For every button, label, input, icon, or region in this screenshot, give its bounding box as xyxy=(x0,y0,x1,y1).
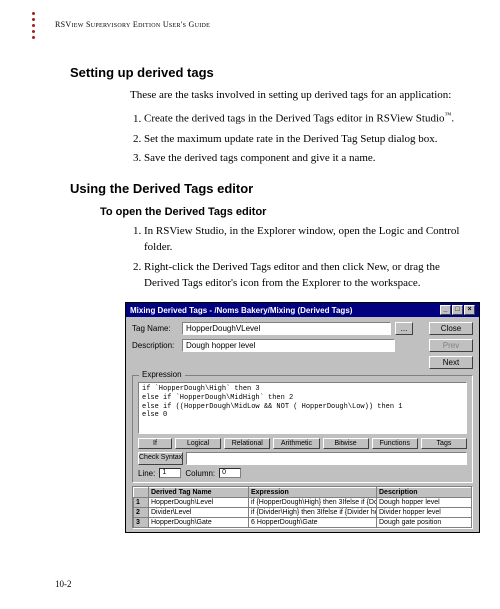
column-label: Column: xyxy=(185,469,215,478)
expression-panel-title: Expression xyxy=(139,370,185,379)
tagname-label: Tag Name: xyxy=(132,324,178,333)
minimize-button[interactable]: _ xyxy=(440,305,451,315)
description-input[interactable]: Dough hopper level xyxy=(182,339,395,352)
step-b2: Right-click the Derived Tags editor and … xyxy=(144,260,460,292)
titlebar[interactable]: Mixing Derived Tags - /Noms Bakery/Mixin… xyxy=(126,303,479,317)
window-title: Mixing Derived Tags - /Noms Bakery/Mixin… xyxy=(130,306,352,315)
if-button[interactable]: If xyxy=(138,438,172,449)
line-label: Line: xyxy=(138,469,155,478)
prev-button[interactable]: Prev xyxy=(429,339,473,352)
maximize-button[interactable]: □ xyxy=(452,305,463,315)
bitwise-button[interactable]: Bitwise xyxy=(323,438,369,449)
line-value: 1 xyxy=(159,468,181,478)
steps-list-b: In RSView Studio, in the Explorer window… xyxy=(130,224,460,292)
table-row[interactable]: 1 HopperDough\Level if {HopperDough\High… xyxy=(134,498,472,508)
step-a1: Create the derived tags in the Derived T… xyxy=(144,110,460,128)
functions-button[interactable]: Functions xyxy=(372,438,418,449)
running-head: RSView Supervisory Edition User's Guide xyxy=(55,20,210,29)
expression-panel: Expression if `HopperDough\High` then 3 … xyxy=(132,375,473,483)
tags-button[interactable]: Tags xyxy=(421,438,467,449)
heading-using-editor: Using the Derived Tags editor xyxy=(70,181,465,196)
step-a2: Set the maximum update rate in the Deriv… xyxy=(144,132,460,148)
margin-bullets xyxy=(32,12,35,39)
column-value: 0 xyxy=(219,468,241,478)
step-b1: In RSView Studio, in the Explorer window… xyxy=(144,224,460,256)
subheading-open-editor: To open the Derived Tags editor xyxy=(100,206,465,218)
step-a3: Save the derived tags component and give… xyxy=(144,151,460,167)
syntax-result xyxy=(186,452,467,465)
tagname-input[interactable]: HopperDoughVLevel xyxy=(182,322,391,335)
intro-para: These are the tasks involved in setting … xyxy=(130,88,460,104)
col-derived-tag-name[interactable]: Derived Tag Name xyxy=(149,488,249,498)
col-expression[interactable]: Expression xyxy=(249,488,377,498)
relational-button[interactable]: Relational xyxy=(224,438,270,449)
screenshot-window: Mixing Derived Tags - /Noms Bakery/Mixin… xyxy=(125,302,480,533)
derived-tags-grid[interactable]: Derived Tag Name Expression Description … xyxy=(132,486,473,529)
expression-textarea[interactable]: if `HopperDough\High` then 3 else if `Ho… xyxy=(138,382,467,434)
table-row[interactable]: 2 Divider\Level if {Divider\High} then 3… xyxy=(134,508,472,518)
logical-button[interactable]: Logical xyxy=(175,438,221,449)
steps-list-a: Create the derived tags in the Derived T… xyxy=(130,110,460,167)
check-syntax-button[interactable]: Check Syntax xyxy=(138,452,183,465)
next-button[interactable]: Next xyxy=(429,356,473,369)
description-label: Description: xyxy=(132,341,178,350)
tagname-picker-button[interactable]: ... xyxy=(395,322,413,335)
heading-setting-up: Setting up derived tags xyxy=(70,65,465,80)
arithmetic-button[interactable]: Arithmetic xyxy=(273,438,319,449)
col-description[interactable]: Description xyxy=(377,488,472,498)
close-button[interactable]: Close xyxy=(429,322,473,335)
table-row[interactable]: 3 HopperDough\Gate 6 HopperDough\Gate Do… xyxy=(134,518,472,528)
close-window-button[interactable]: × xyxy=(464,305,475,315)
page-number: 10-2 xyxy=(55,579,72,589)
